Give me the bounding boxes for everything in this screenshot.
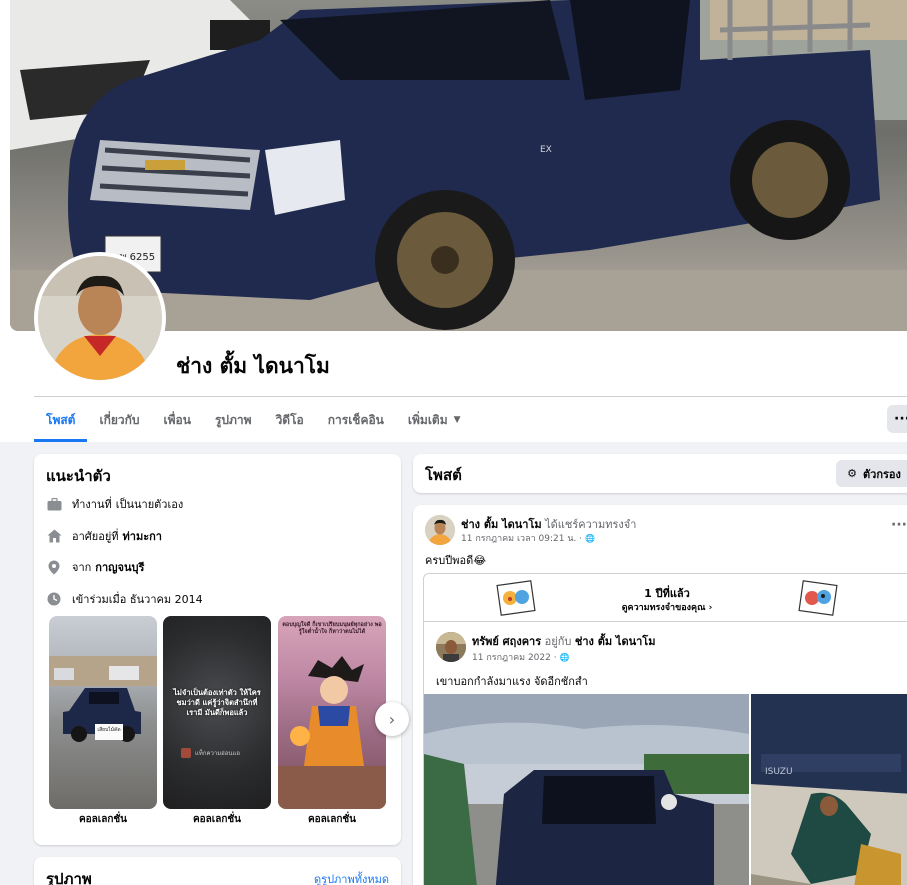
globe-icon: 🌐 xyxy=(559,653,570,662)
tab-more[interactable]: เพิ่มเติม ▼ xyxy=(396,398,473,442)
post-author-name[interactable]: ช่าง ตั้ม ไดนาโม xyxy=(461,518,542,531)
music-note-icon xyxy=(181,748,191,758)
intro-lives-prefix: อาศัยอยู่ที่ xyxy=(72,530,119,543)
tab-photos[interactable]: รูปภาพ xyxy=(203,398,264,442)
shared-time[interactable]: 11 กรกฎาคม 2022 · xyxy=(472,653,557,663)
shared-text: เขาบอกกำลังมาแรง จัดอีกชักสำ xyxy=(436,675,588,688)
photos-card: รูปภาพ ดูรูปภาพทั้งหมด xyxy=(34,857,401,885)
intro-from-value[interactable]: กาญจนบุรี xyxy=(95,558,144,576)
more-options-button[interactable]: ··· xyxy=(887,405,907,433)
shared-header-line: ทรัพย์ ศฤงคาร อยู่กับ ช่าง ตั้ม ไดนาโม xyxy=(472,632,655,650)
profile-tabs: โพสต์ เกี่ยวกับ เพื่อน รูปภาพ วิดีโอ การ… xyxy=(34,398,473,442)
intro-lives-value[interactable]: ท่ามะกา xyxy=(123,527,162,545)
header-divider xyxy=(34,396,907,397)
memory-subtitle-text: ดูความทรงจำของคุณ xyxy=(621,603,706,613)
tab-label: โพสต์ xyxy=(46,412,76,427)
collection-card[interactable]: ตอบบุญใจดี ก็เขาเปรียบมนุษย์ทุกอย่าง พอร… xyxy=(278,616,386,809)
chevron-right-icon: › xyxy=(708,603,713,613)
sliders-icon: ⚙ xyxy=(847,467,857,480)
caret-down-icon: ▼ xyxy=(453,415,461,425)
globe-icon: 🌐 xyxy=(584,534,595,543)
tab-label: เพื่อน xyxy=(163,412,191,427)
memory-banner[interactable]: 1 ปีที่แล้ว ดูความทรงจำของคุณ › xyxy=(424,574,907,622)
memory-card: 1 ปีที่แล้ว ดูความทรงจำของคุณ › ทรัพย์ ศ… xyxy=(423,573,907,885)
post-time[interactable]: 11 กรกฎาคม เวลา 09:21 น. · xyxy=(461,534,582,544)
tab-label: เพิ่มเติม xyxy=(407,412,448,427)
shared-author-name[interactable]: ทรัพย์ ศฤงคาร xyxy=(472,635,541,648)
intro-work-prefix: ทำงานที่ xyxy=(72,498,112,511)
profile-header: ฒพ 6255 EX ช่าง ตั้ม ไดนาโม โพสต์ เกี่ยว… xyxy=(0,0,907,442)
memory-photo[interactable] xyxy=(424,694,749,885)
collection-sub: แท็กความอ่อนแอ xyxy=(195,750,240,757)
briefcase-icon xyxy=(46,496,62,512)
shared-with-name[interactable]: ช่าง ตั้ม ไดนาโม xyxy=(575,635,656,648)
intro-from-prefix: จาก xyxy=(72,561,92,574)
intro-from: จาก กาญจนบุรี xyxy=(46,558,144,576)
tab-videos[interactable]: วิดีโอ xyxy=(264,398,316,442)
intro-work: ทำงานที่ เป็นนายตัวเอง xyxy=(46,495,183,513)
shared-author-avatar[interactable] xyxy=(436,632,466,662)
tab-label: วิดีโอ xyxy=(275,412,304,427)
post-meta: 11 กรกฎาคม เวลา 09:21 น. · 🌐 xyxy=(461,531,595,545)
tab-friends[interactable]: เพื่อน xyxy=(152,398,203,442)
collection-card[interactable]: ไม่จำเป็นต้องเท่าตัว ให้ใครชมว่าดี แค่รู… xyxy=(163,616,271,809)
see-all-photos-link[interactable]: ดูรูปภาพทั้งหมด xyxy=(314,870,389,885)
location-pin-icon xyxy=(46,559,62,575)
intro-lives: อาศัยอยู่ที่ ท่ามะกา xyxy=(46,527,162,545)
collection-caption: เสียบไม้ดัด xyxy=(97,727,121,733)
post-author-avatar[interactable] xyxy=(425,515,455,545)
post-card: ช่าง ตั้ม ไดนาโม ได้แชร์ความทรงจำ 11 กรก… xyxy=(413,505,907,885)
collection-caption: ไม่จำเป็นต้องเท่าตัว ให้ใครชมว่าดี แค่รู… xyxy=(173,688,261,718)
collection-label: คอลเลกชั่น xyxy=(78,814,128,825)
intro-joined-text: เข้าร่วมเมื่อ ธันวาคม 2014 xyxy=(72,593,203,606)
clock-icon xyxy=(46,591,62,607)
post-options-button[interactable]: ··· xyxy=(891,517,907,533)
profile-name: ช่าง ตั้ม ไดนาโม xyxy=(176,354,330,378)
tab-label: เกี่ยวกับ xyxy=(99,412,140,427)
collection-label: คอลเลกชั่น xyxy=(307,814,357,825)
shared-with-text: อยู่กับ xyxy=(544,635,572,648)
post-text: ครบปีพอดี😂 xyxy=(425,554,487,567)
cover-badge-text: EX xyxy=(540,145,552,155)
tab-about[interactable]: เกี่ยวกับ xyxy=(87,398,151,442)
intro-work-value: เป็นนายตัวเอง xyxy=(115,498,184,511)
posts-title: โพสต์ xyxy=(425,466,462,484)
filter-button[interactable]: ⚙ ตัวกรอง xyxy=(836,460,907,487)
tab-label: รูปภาพ xyxy=(214,412,252,427)
memory-photo[interactable]: ISUZU xyxy=(751,694,907,885)
friends-sticker-icon xyxy=(798,580,838,616)
tab-posts[interactable]: โพสต์ xyxy=(34,398,88,442)
chevron-right-icon[interactable]: › xyxy=(375,702,409,736)
collection-card[interactable]: เสียบไม้ดัด xyxy=(49,616,157,809)
tab-label: การเช็คอิน xyxy=(327,412,384,427)
posts-header-card: โพสต์ ⚙ ตัวกรอง xyxy=(413,454,907,493)
intro-card: แนะนำตัว ทำงานที่ เป็นนายตัวเอง อาศัยอยู่… xyxy=(34,454,409,845)
memory-photo-badge: ISUZU xyxy=(765,767,793,777)
filter-label: ตัวกรอง xyxy=(863,467,901,481)
collection-label: คอลเลกชั่น xyxy=(192,814,242,825)
intro-joined: เข้าร่วมเมื่อ ธันวาคม 2014 xyxy=(46,590,203,608)
intro-title: แนะนำตัว xyxy=(46,467,111,485)
post-action: ได้แชร์ความทรงจำ xyxy=(545,518,637,531)
photos-title: รูปภาพ xyxy=(46,870,92,885)
profile-avatar[interactable] xyxy=(34,252,166,384)
tab-checkins[interactable]: การเช็คอิน xyxy=(316,398,396,442)
shared-meta: 11 กรกฎาคม 2022 · 🌐 xyxy=(472,650,569,664)
home-icon xyxy=(46,528,62,544)
